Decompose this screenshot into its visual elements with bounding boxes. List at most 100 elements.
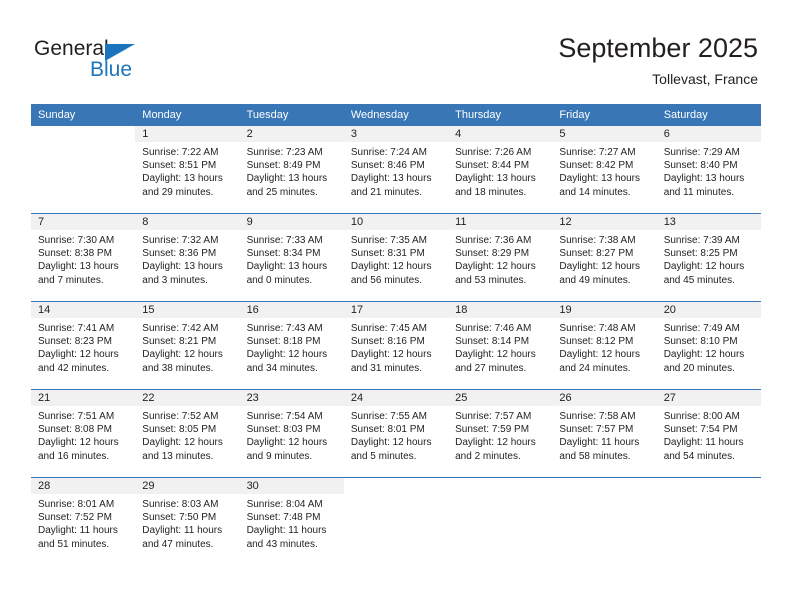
day-cell[interactable]: 21 Sunrise: 7:51 AM Sunset: 8:08 PM Dayligh… [31,389,136,478]
day-cell[interactable]: 6 Sunrise: 7:29 AM Sunset: 8:40 PM Daylight… [656,126,761,214]
day-cell[interactable]: 19 Sunrise: 7:48 AM Sunset: 8:12 PM Dayligh… [552,301,657,390]
day-details: Sunrise: 7:58 AM Sunset: 7:57 PM Daylight:… [552,406,656,463]
day-cell[interactable]: 27 Sunrise: 8:00 AM Sunset: 7:54 PM Dayligh… [656,389,761,478]
daylight-text: Daylight: 13 hours [350,173,432,185]
day-cell-inner: 16 Sunrise: 7:43 AM Sunset: 8:18 PM Dayligh… [239,302,344,389]
daylight-text: Daylight: 13 hours [246,173,328,185]
daylight-text: Daylight: 12 hours [38,437,119,449]
day-details: Sunrise: 8:00 AM Sunset: 7:54 PM Daylight:… [657,406,761,463]
column-header-tuesday: Tuesday [239,104,344,126]
sunset-text: Sunset: 8:21 PM [142,336,217,348]
day-cell[interactable]: 13 Sunrise: 7:39 AM Sunset: 8:25 PM Dayligh… [656,213,761,302]
column-header-friday: Friday [552,104,657,126]
daylight-text: and 49 minutes. [559,274,631,286]
daylight-text: Daylight: 13 hours [142,173,223,185]
daylight-text: Daylight: 12 hours [246,437,328,449]
day-cell[interactable]: 18 Sunrise: 7:46 AM Sunset: 8:14 PM Dayligh… [448,301,553,390]
day-number: 2 [239,126,344,142]
day-number: 11 [448,214,553,230]
sunset-text: Sunset: 7:48 PM [246,512,321,524]
day-cell[interactable]: 29 Sunrise: 8:03 AM Sunset: 7:50 PM Dayligh… [135,477,240,559]
day-cell[interactable]: 22 Sunrise: 7:52 AM Sunset: 8:05 PM Dayligh… [135,389,240,478]
day-cell[interactable]: 11 Sunrise: 7:36 AM Sunset: 8:29 PM Dayligh… [448,213,553,302]
day-number: 4 [448,126,553,142]
day-details: Sunrise: 7:24 AM Sunset: 8:46 PM Daylight:… [344,142,448,199]
general-blue-logo[interactable]: General Blue [34,36,234,90]
day-cell[interactable]: 25 Sunrise: 7:57 AM Sunset: 7:59 PM Dayligh… [448,389,553,478]
sunset-text: Sunset: 8:18 PM [246,336,321,348]
day-cell[interactable]: 16 Sunrise: 7:43 AM Sunset: 8:18 PM Dayligh… [239,301,344,390]
sunrise-text: Sunrise: 7:52 AM [142,411,219,422]
day-cell-inner: 22 Sunrise: 7:52 AM Sunset: 8:05 PM Dayligh… [135,390,240,477]
day-cell[interactable]: 10 Sunrise: 7:35 AM Sunset: 8:31 PM Dayligh… [343,213,449,302]
column-header-monday: Monday [135,104,240,126]
day-details: Sunrise: 7:35 AM Sunset: 8:31 PM Daylight:… [344,230,448,287]
day-cell[interactable]: 3 Sunrise: 7:24 AM Sunset: 8:46 PM Daylight… [343,126,449,214]
day-cell[interactable]: 15 Sunrise: 7:42 AM Sunset: 8:21 PM Dayligh… [135,301,240,390]
day-cell[interactable]: 5 Sunrise: 7:27 AM Sunset: 8:42 PM Daylight… [552,126,657,214]
week-row: 1 Sunrise: 7:22 AM Sunset: 8:51 PM Daylight… [31,126,761,214]
day-cell[interactable]: 8 Sunrise: 7:32 AM Sunset: 8:36 PM Daylight… [135,213,240,302]
day-cell-inner: 29 Sunrise: 8:03 AM Sunset: 7:50 PM Dayligh… [135,478,240,559]
day-cell-inner: 4 Sunrise: 7:26 AM Sunset: 8:44 PM Daylight… [448,126,553,213]
day-cell[interactable]: 9 Sunrise: 7:33 AM Sunset: 8:34 PM Daylight… [239,213,344,302]
page-title: September 2025 [558,33,758,63]
day-cell-empty [448,477,553,559]
day-cell[interactable]: 4 Sunrise: 7:26 AM Sunset: 8:44 PM Daylight… [448,126,553,214]
day-details: Sunrise: 7:54 AM Sunset: 8:03 PM Daylight:… [240,406,344,463]
day-cell-inner [344,478,448,559]
daylight-text: Daylight: 13 hours [455,173,536,185]
daylight-text: and 29 minutes. [142,186,214,198]
sunrise-text: Sunrise: 7:24 AM [350,147,427,158]
sunset-text: Sunset: 8:25 PM [663,248,738,260]
day-number: 1 [135,126,240,142]
day-details: Sunrise: 7:41 AM Sunset: 8:23 PM Daylight:… [31,318,135,375]
day-cell-inner: 30 Sunrise: 8:04 AM Sunset: 7:48 PM Dayligh… [239,478,344,559]
daylight-text: and 14 minutes. [559,186,631,198]
column-header-thursday: Thursday [448,104,553,126]
daylight-text: Daylight: 12 hours [246,349,328,361]
day-cell[interactable]: 26 Sunrise: 7:58 AM Sunset: 7:57 PM Dayligh… [552,389,657,478]
day-cell[interactable]: 14 Sunrise: 7:41 AM Sunset: 8:23 PM Dayligh… [31,301,136,390]
sunrise-text: Sunrise: 7:36 AM [455,235,532,246]
day-cell[interactable]: 7 Sunrise: 7:30 AM Sunset: 8:38 PM Daylight… [31,213,136,302]
day-details: Sunrise: 7:23 AM Sunset: 8:49 PM Daylight:… [240,142,344,199]
day-cell[interactable]: 30 Sunrise: 8:04 AM Sunset: 7:48 PM Dayligh… [239,477,344,559]
day-cell-inner: 3 Sunrise: 7:24 AM Sunset: 8:46 PM Daylight… [343,126,449,213]
day-cell[interactable]: 2 Sunrise: 7:23 AM Sunset: 8:49 PM Daylight… [239,126,344,214]
sunset-text: Sunset: 7:59 PM [455,424,530,436]
day-cell[interactable]: 12 Sunrise: 7:38 AM Sunset: 8:27 PM Dayligh… [552,213,657,302]
day-cell-inner: 24 Sunrise: 7:55 AM Sunset: 8:01 PM Dayligh… [343,390,449,477]
day-cell[interactable]: 24 Sunrise: 7:55 AM Sunset: 8:01 PM Dayligh… [343,389,449,478]
day-cell-inner [448,478,552,559]
sunrise-text: Sunrise: 7:38 AM [559,235,636,246]
day-cell-inner: 23 Sunrise: 7:54 AM Sunset: 8:03 PM Dayligh… [239,390,344,477]
day-cell[interactable]: 1 Sunrise: 7:22 AM Sunset: 8:51 PM Daylight… [135,126,240,214]
day-cell[interactable]: 20 Sunrise: 7:49 AM Sunset: 8:10 PM Dayligh… [656,301,761,390]
day-cell[interactable]: 28 Sunrise: 8:01 AM Sunset: 7:52 PM Dayligh… [31,477,136,559]
daylight-text: Daylight: 13 hours [38,261,119,273]
week-row: 14 Sunrise: 7:41 AM Sunset: 8:23 PM Dayligh… [31,301,761,390]
sunset-text: Sunset: 8:05 PM [142,424,217,436]
daylight-text: Daylight: 13 hours [142,261,223,273]
day-cell-empty [31,126,135,214]
day-number: 16 [239,302,344,318]
sunrise-text: Sunrise: 7:43 AM [246,323,323,334]
day-cell-inner [31,126,135,213]
daylight-text: Daylight: 13 hours [663,173,745,185]
day-details: Sunrise: 7:42 AM Sunset: 8:21 PM Daylight:… [135,318,239,375]
day-number: 22 [135,390,240,406]
day-cell[interactable]: 17 Sunrise: 7:45 AM Sunset: 8:16 PM Dayligh… [343,301,449,390]
day-details: Sunrise: 7:38 AM Sunset: 8:27 PM Daylight:… [552,230,656,287]
daylight-text: Daylight: 11 hours [663,437,744,449]
day-details: Sunrise: 7:45 AM Sunset: 8:16 PM Daylight:… [344,318,448,375]
daylight-text: and 3 minutes. [142,274,208,286]
day-details: Sunrise: 7:39 AM Sunset: 8:25 PM Daylight:… [657,230,761,287]
day-details: Sunrise: 7:46 AM Sunset: 8:14 PM Daylight:… [448,318,552,375]
day-number [657,478,761,494]
daylight-text: and 21 minutes. [350,186,423,198]
day-number: 24 [343,390,449,406]
day-cell-inner: 9 Sunrise: 7:33 AM Sunset: 8:34 PM Daylight… [239,214,344,301]
day-cell[interactable]: 23 Sunrise: 7:54 AM Sunset: 8:03 PM Dayligh… [239,389,344,478]
daylight-text: Daylight: 12 hours [455,261,536,273]
